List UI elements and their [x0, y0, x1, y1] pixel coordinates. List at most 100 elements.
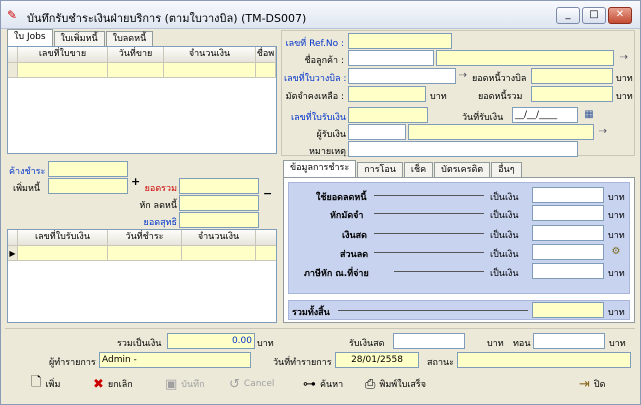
billing-total-label: ยอดหนี้วางบิล — [472, 74, 527, 84]
operator-field: Admin - — [99, 352, 251, 368]
minus-sign: − — [263, 187, 273, 200]
jobs-grid-header: เลขที่ใบขาย วันที่ขาย จำนวนเงิน ชื่อพ — [8, 47, 276, 63]
customer-name-field[interactable] — [436, 50, 614, 66]
add-debt-field[interactable] — [48, 178, 128, 194]
table-cell[interactable] — [164, 63, 256, 77]
receipt-col-date[interactable]: วันที่ชำระ — [108, 230, 182, 245]
date-field: 28/01/2558 — [335, 352, 419, 368]
close-button[interactable]: ⇥ ปิด — [579, 372, 605, 396]
left-tab-strip: ใบ Jobs ใบเพิ่มหนี้ ใบลดหนี้ — [7, 29, 154, 47]
tab-jobs[interactable]: ใบ Jobs — [7, 29, 53, 47]
discount-calc-icon[interactable]: ⚙ — [609, 246, 623, 258]
calendar-icon[interactable]: ▦ — [582, 109, 596, 121]
change-field[interactable] — [533, 333, 605, 349]
ref-no-field[interactable] — [348, 33, 452, 49]
billing-lookup-icon[interactable]: ⇢ — [456, 70, 470, 82]
receiver-label: ผู้รับเงิน — [316, 130, 346, 140]
baht-unit: บาท — [616, 74, 633, 84]
add-button-label: เพิ่ม — [45, 380, 61, 390]
tab-credit-card[interactable]: บัตรเครดิต — [434, 162, 491, 178]
tab-transfer[interactable]: การโอน — [357, 162, 403, 178]
discount-amount-field[interactable] — [532, 244, 604, 260]
tab-add-debt[interactable]: ใบเพิ่มหนี้ — [53, 31, 105, 47]
receipt-grid[interactable]: เลขที่ใบรับเงิน วันที่ชำระ จำนวนเงิน ▶ — [7, 229, 277, 323]
deposit-field[interactable] — [348, 86, 426, 102]
table-cell[interactable] — [182, 246, 256, 260]
outstanding-field[interactable] — [48, 161, 128, 177]
divider — [374, 195, 484, 196]
row-indicator: ▶ — [8, 246, 18, 260]
payment-tab-strip: ข้อมูลการชำระ การโอน เช็ค บัตรเครดิต อื่… — [283, 160, 523, 178]
header-form: เลขที่ Ref.No : ชื่อลูกค้า : ⇢ เลขที่ใบว… — [281, 30, 635, 157]
receipt-no-field[interactable] — [348, 107, 428, 123]
cancel-button[interactable]: ↺ Cancel — [229, 372, 274, 396]
customer-lookup-icon[interactable]: ⇢ — [617, 52, 631, 64]
pay-row-label: หักมัดจำ — [330, 211, 364, 221]
printer-icon: ⎙ — [365, 376, 376, 392]
print-receipt-button[interactable]: ⎙ พิมพ์ใบเสร็จ — [365, 372, 426, 396]
search-button[interactable]: ⊶ ค้นหา — [303, 372, 343, 396]
jobs-col-amount[interactable]: จำนวนเงิน — [164, 47, 256, 62]
reduce-debt-field[interactable] — [179, 195, 259, 211]
change-unit: บาท — [609, 339, 626, 349]
cancel-doc-button[interactable]: ✖ ยกเลิก — [93, 372, 133, 396]
status-field — [457, 352, 631, 368]
receipt-col-no[interactable]: เลขที่ใบรับเงิน — [18, 230, 108, 245]
table-cell[interactable] — [108, 63, 164, 77]
exit-icon: ⇥ — [579, 376, 590, 392]
close-window-button[interactable]: ✕ — [608, 7, 632, 24]
payment-panel: ใช้ยอดลดหนี้ เป็นเงิน บาท หักมัดจำ เป็นเ… — [283, 177, 635, 323]
app-icon: ✎ — [7, 8, 18, 22]
net-field[interactable] — [179, 212, 259, 228]
tab-payment-info[interactable]: ข้อมูลการชำระ — [283, 160, 357, 178]
jobs-col-sale-no[interactable]: เลขที่ใบขาย — [18, 47, 108, 62]
divider — [374, 252, 484, 253]
table-cell[interactable] — [108, 246, 182, 260]
baht-unit: บาท — [608, 269, 625, 279]
cash-amount-field[interactable] — [532, 225, 604, 241]
payment-total-field[interactable] — [532, 302, 604, 318]
tab-other[interactable]: อื่นๆ — [491, 162, 522, 178]
note-field[interactable] — [348, 141, 578, 157]
new-doc-icon: 🗋 — [31, 375, 42, 390]
jobs-grid[interactable]: เลขที่ใบขาย วันที่ขาย จำนวนเงิน ชื่อพ — [7, 46, 277, 154]
credit-note-amount-field[interactable] — [532, 187, 604, 203]
add-button[interactable]: 🗋 เพิ่ม — [31, 372, 60, 396]
maximize-button[interactable]: □ — [582, 7, 606, 24]
table-cell[interactable] — [256, 63, 276, 77]
cash-in-field[interactable] — [393, 333, 465, 349]
title-bar: ✎ บันทึกรับชำระเงินฝ่ายบริการ (ตามใบวางบ… — [1, 1, 640, 29]
baht-unit: บาท — [430, 92, 447, 102]
grid-corner — [8, 47, 18, 62]
row-indicator — [8, 63, 18, 77]
note-label: หมายเหตุ — [308, 147, 346, 157]
receipt-col-amount[interactable]: จำนวนเงิน — [182, 230, 256, 245]
receiver-name-field[interactable] — [408, 124, 594, 140]
customer-code-field[interactable] — [348, 50, 434, 66]
sum-unit: บาท — [257, 339, 274, 349]
tab-cheque[interactable]: เช็ค — [403, 162, 434, 178]
deposit-deduct-field[interactable] — [532, 205, 604, 221]
billing-no-field[interactable] — [348, 68, 456, 84]
minimize-button[interactable]: _ — [556, 7, 580, 24]
total-field[interactable] — [179, 178, 259, 194]
table-cell[interactable] — [18, 246, 108, 260]
x-icon: ✖ — [93, 376, 104, 392]
table-row[interactable] — [8, 63, 276, 78]
jobs-col-sale-date[interactable]: วันที่ขาย — [108, 47, 164, 62]
jobs-col-name[interactable]: ชื่อพ — [256, 47, 276, 62]
billing-total-field[interactable] — [531, 68, 613, 84]
receiver-code-field[interactable] — [348, 124, 406, 140]
receipt-no-label: เลขที่ใบรับเงิน — [291, 113, 346, 123]
table-cell[interactable] — [18, 63, 108, 77]
reduce-debt-label: หัก ลดหนี้ — [139, 201, 177, 211]
table-row[interactable]: ▶ — [8, 246, 276, 261]
pay-total-label: รวมทั้งสิ้น — [292, 308, 330, 318]
receipt-date-field[interactable]: __/__/____ — [512, 107, 578, 123]
receiver-lookup-icon[interactable]: ⇢ — [596, 126, 610, 138]
receipt-date-label: วันที่รับเงิน — [462, 113, 504, 123]
debt-total-field[interactable] — [531, 86, 613, 102]
withholding-tax-field[interactable] — [532, 263, 604, 279]
tab-reduce-debt[interactable]: ใบลดหนี้ — [105, 31, 154, 47]
save-button[interactable]: ▣ บันทึก — [165, 372, 205, 396]
